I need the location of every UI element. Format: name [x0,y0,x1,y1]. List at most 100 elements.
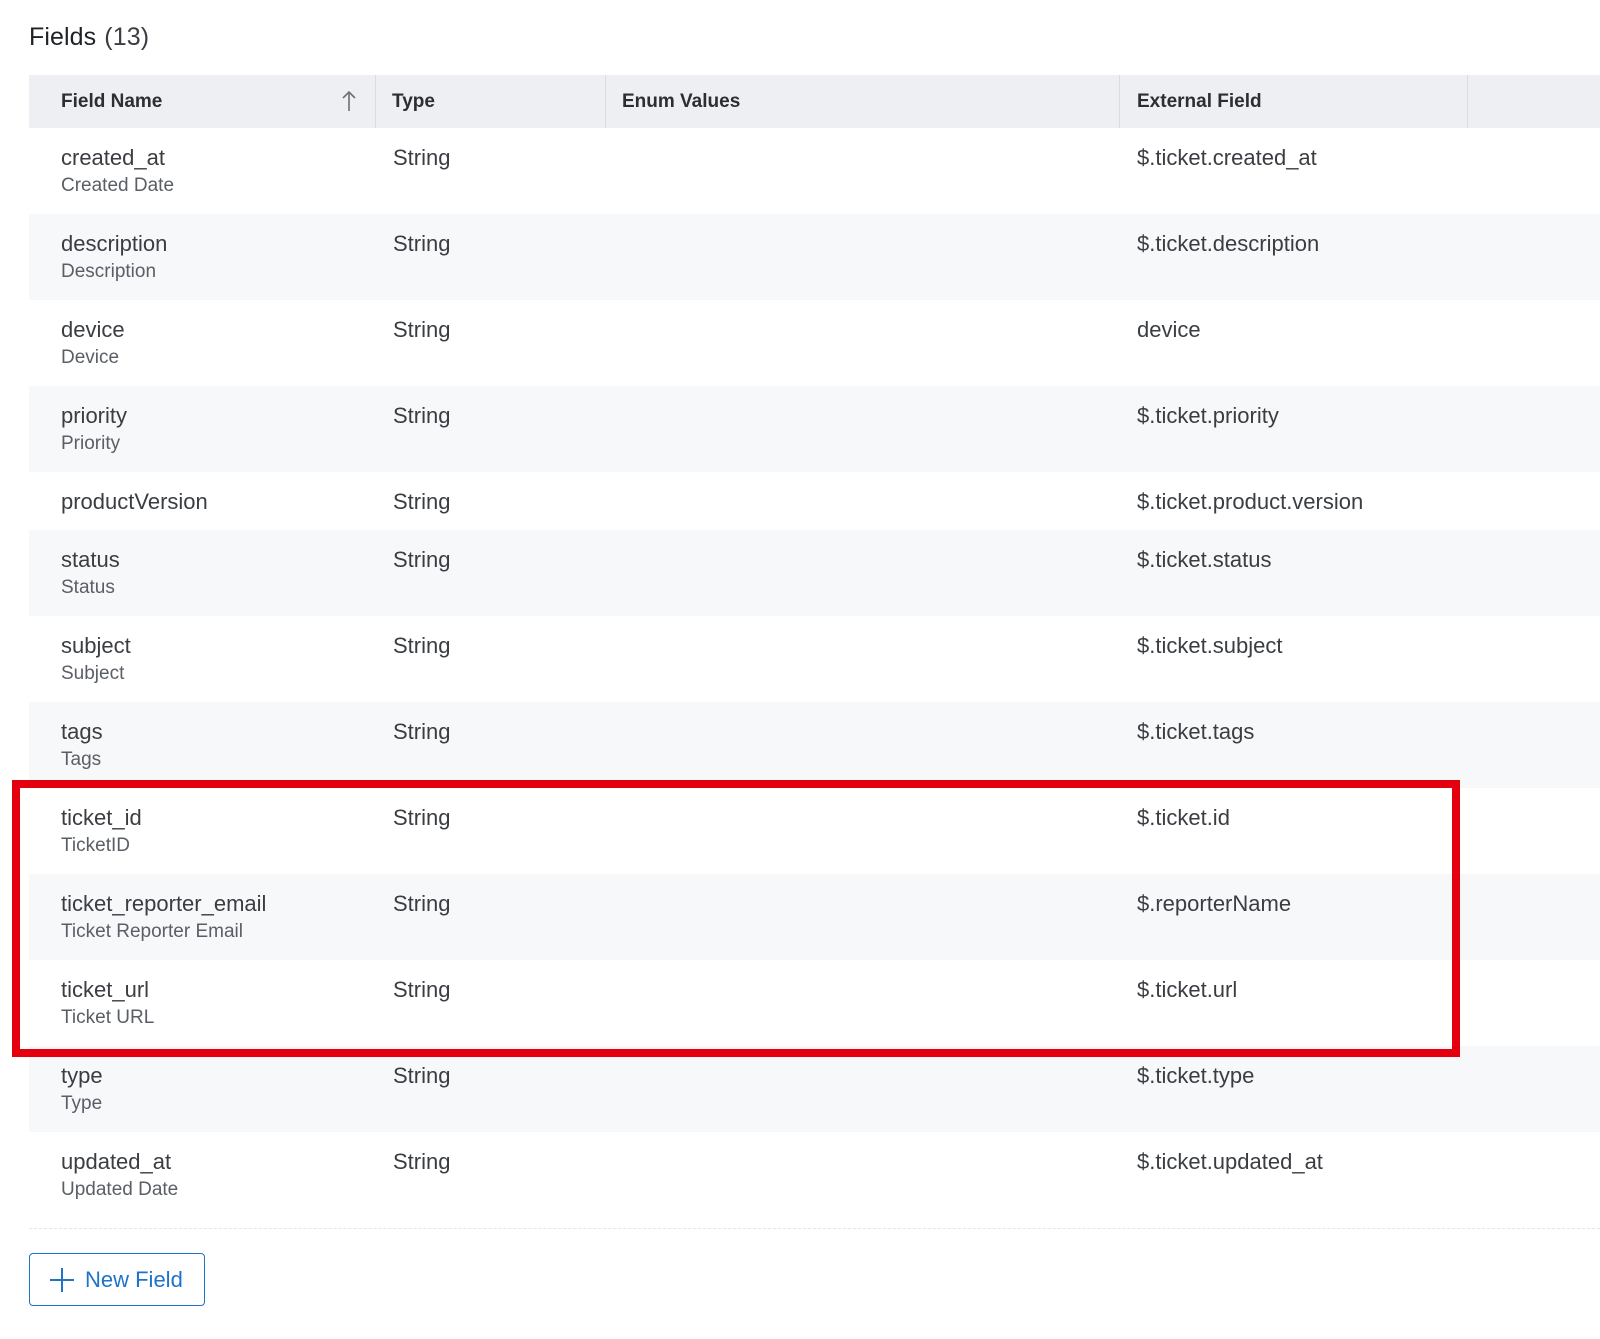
enum-values-cell [606,214,1120,300]
type-cell: String [376,1046,606,1132]
enum-values-cell [606,960,1120,1046]
field-name[interactable]: ticket_reporter_email [61,891,376,917]
external-field: $.ticket.status [1137,547,1272,572]
enum-values-cell [606,1132,1120,1218]
external-field-cell: $.ticket.url [1120,960,1468,1046]
external-field: $.ticket.type [1137,1063,1255,1088]
enum-values-cell [606,1046,1120,1132]
field-type: String [393,977,451,1002]
table-footer-divider [29,1228,1600,1229]
fields-section-title: Fields (13) [29,23,149,52]
column-header-spacer [1468,75,1600,128]
type-cell: String [376,702,606,788]
field-name-cell: type Type [29,1046,376,1132]
table-row[interactable]: tags Tags String $.ticket.tags [29,702,1600,788]
type-cell: String [376,128,606,214]
field-label: Updated Date [61,1179,179,1200]
external-field: $.ticket.updated_at [1137,1149,1323,1174]
field-type: String [393,317,451,342]
external-field: $.ticket.subject [1137,633,1283,658]
field-type: String [393,489,451,514]
field-name[interactable]: productVersion [61,489,376,515]
type-cell: String [376,472,606,530]
field-name[interactable]: status [61,547,376,573]
external-field-cell: $.ticket.product.version [1120,472,1468,530]
field-type: String [393,805,451,830]
external-field-cell: $.ticket.created_at [1120,128,1468,214]
field-type: String [393,1063,451,1088]
field-name-cell: productVersion [29,472,376,530]
column-header-enum-values[interactable]: Enum Values [606,75,1120,128]
table-row[interactable]: status Status String $.ticket.status [29,530,1600,616]
external-field: $.ticket.id [1137,805,1230,830]
table-body: created_at Created Date String $.ticket.cre… [29,128,1600,1218]
field-name-cell: device Device [29,300,376,386]
type-cell: String [376,300,606,386]
field-type: String [393,403,451,428]
field-label: Tags [61,749,102,770]
external-field: $.ticket.description [1137,231,1320,256]
table-header: Field Name Type Enum Values External Fie… [29,75,1600,128]
field-type: String [393,1149,451,1174]
field-name-cell: status Status [29,530,376,616]
type-cell: String [376,616,606,702]
table-row[interactable]: priority Priority String $.ticket.priority [29,386,1600,472]
external-field-cell: device [1120,300,1468,386]
field-name[interactable]: description [61,231,376,257]
enum-values-cell [606,128,1120,214]
new-field-button[interactable]: New Field [29,1253,205,1306]
field-name[interactable]: created_at [61,145,376,171]
type-cell: String [376,214,606,300]
enum-values-cell [606,616,1120,702]
enum-values-cell [606,386,1120,472]
field-name[interactable]: ticket_url [61,977,376,1003]
table-row[interactable]: productVersion String $.ticket.product.ver… [29,472,1600,530]
table-row[interactable]: ticket_url Ticket URL String $.ticket.url [29,960,1600,1046]
field-name-cell: ticket_id TicketID [29,788,376,874]
external-field: $.ticket.url [1137,977,1238,1002]
fields-table: Field Name Type Enum Values External Fie… [29,75,1600,1218]
external-field: $.reporterName [1137,891,1292,916]
field-label: Priority [61,433,121,454]
external-field: device [1137,317,1201,342]
table-row[interactable]: ticket_reporter_email Ticket Reporter Ema… [29,874,1600,960]
external-field-cell: $.ticket.tags [1120,702,1468,788]
field-name-cell: description Description [29,214,376,300]
field-name[interactable]: priority [61,403,376,429]
column-header-type[interactable]: Type [376,75,606,128]
field-name[interactable]: subject [61,633,376,659]
table-row[interactable]: type Type String $.ticket.type [29,1046,1600,1132]
field-name-cell: ticket_url Ticket URL [29,960,376,1046]
field-label: Type [61,1093,103,1114]
fields-count: (13) [104,23,150,51]
table-row[interactable]: description Description String $.ticket.des… [29,214,1600,300]
table-row[interactable]: subject Subject String $.ticket.subject [29,616,1600,702]
table-row[interactable]: device Device String device [29,300,1600,386]
field-name[interactable]: tags [61,719,376,745]
field-name-cell: subject Subject [29,616,376,702]
field-type: String [393,547,451,572]
column-header-external-field[interactable]: External Field [1120,75,1468,128]
type-cell: String [376,874,606,960]
external-field-cell: $.ticket.updated_at [1120,1132,1468,1218]
table-row[interactable]: ticket_id TicketID String $.ticket.id [29,788,1600,874]
external-field-cell: $.ticket.type [1120,1046,1468,1132]
field-name[interactable]: updated_at [61,1149,376,1175]
section-title-text: Fields [29,23,97,51]
field-name[interactable]: type [61,1063,376,1089]
field-label: Device [61,347,120,368]
table-row[interactable]: updated_at Updated Date String $.ticket.upd… [29,1132,1600,1218]
field-type: String [393,719,451,744]
new-field-button-label: New Field [85,1266,183,1292]
field-name-cell: ticket_reporter_email Ticket Reporter Ema… [29,874,376,960]
field-name[interactable]: ticket_id [61,805,376,831]
field-name[interactable]: device [61,317,376,343]
type-cell: String [376,960,606,1046]
external-field-cell: $.ticket.subject [1120,616,1468,702]
enum-values-cell [606,702,1120,788]
sort-ascending-icon[interactable] [341,89,357,113]
external-field: $.ticket.tags [1137,719,1255,744]
external-field: $.ticket.product.version [1137,489,1364,514]
column-header-field-name[interactable]: Field Name [29,75,376,128]
table-row[interactable]: created_at Created Date String $.ticket.cre… [29,128,1600,214]
